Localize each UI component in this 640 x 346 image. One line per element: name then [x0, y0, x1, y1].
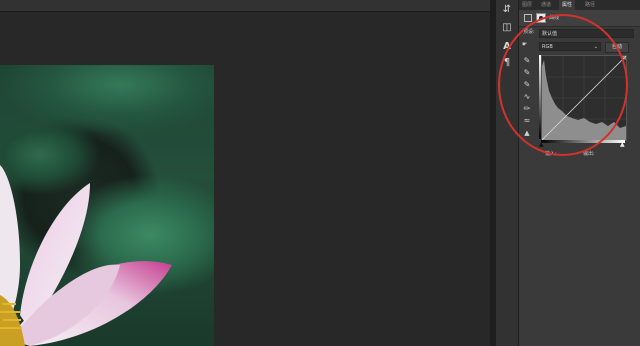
layers-icon[interactable]: ◫ [500, 21, 514, 35]
tab-layers[interactable]: 图层 [522, 0, 532, 10]
adjustments-icon[interactable]: ⇵ [500, 3, 514, 17]
tab-channels[interactable]: 通道 [541, 0, 551, 10]
curves-adjustment-icon [524, 14, 532, 22]
tab-properties[interactable]: 属性 [559, 0, 576, 10]
lotus-illustration [0, 165, 172, 346]
lotus-photo[interactable] [0, 65, 214, 346]
annotation-circle [498, 14, 628, 156]
document-tab-bar [0, 0, 490, 12]
white-point-slider[interactable]: ▲ [620, 141, 625, 148]
tab-paths[interactable]: 路径 [585, 0, 595, 10]
panel-tab-bar: 图层 通道 属性 路径 [519, 0, 640, 10]
